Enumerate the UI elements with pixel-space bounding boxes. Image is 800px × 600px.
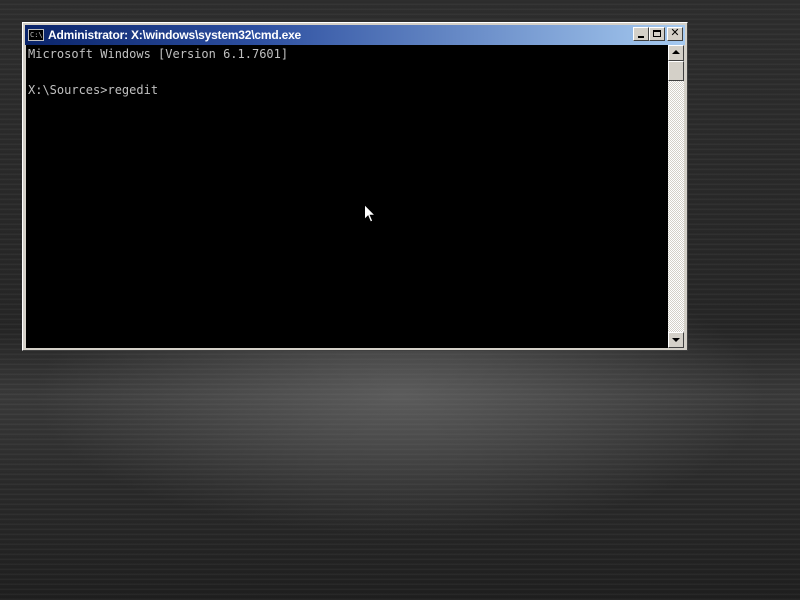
console-line-prompt: X:\Sources>regedit (28, 83, 159, 97)
minimize-button[interactable] (633, 27, 649, 41)
window-controls: ✕ (633, 27, 683, 41)
window-title-bar[interactable]: C:\ Administrator: X:\windows\system32\c… (25, 25, 685, 45)
maximize-icon (653, 30, 661, 37)
close-button[interactable]: ✕ (667, 27, 683, 41)
mouse-pointer-icon (364, 204, 376, 223)
cmd-icon[interactable]: C:\ (28, 29, 44, 41)
window-title: Administrator: X:\windows\system32\cmd.e… (48, 28, 302, 42)
scroll-down-button[interactable] (668, 332, 684, 348)
console-output[interactable]: Microsoft Windows [Version 6.1.7601] X:\… (26, 45, 668, 348)
scroll-up-arrow-icon (672, 50, 680, 54)
cmd-window[interactable]: C:\ Administrator: X:\windows\system32\c… (22, 22, 688, 351)
desktop-background: C:\ Administrator: X:\windows\system32\c… (0, 0, 800, 600)
console-line-version: Microsoft Windows [Version 6.1.7601] (28, 47, 289, 61)
close-icon: ✕ (670, 26, 680, 39)
minimize-icon (638, 36, 644, 38)
maximize-button[interactable] (649, 27, 665, 41)
scrollbar-thumb[interactable] (668, 61, 684, 81)
scroll-down-arrow-icon (672, 338, 680, 342)
scroll-up-button[interactable] (668, 45, 684, 61)
vertical-scrollbar[interactable] (668, 45, 684, 348)
